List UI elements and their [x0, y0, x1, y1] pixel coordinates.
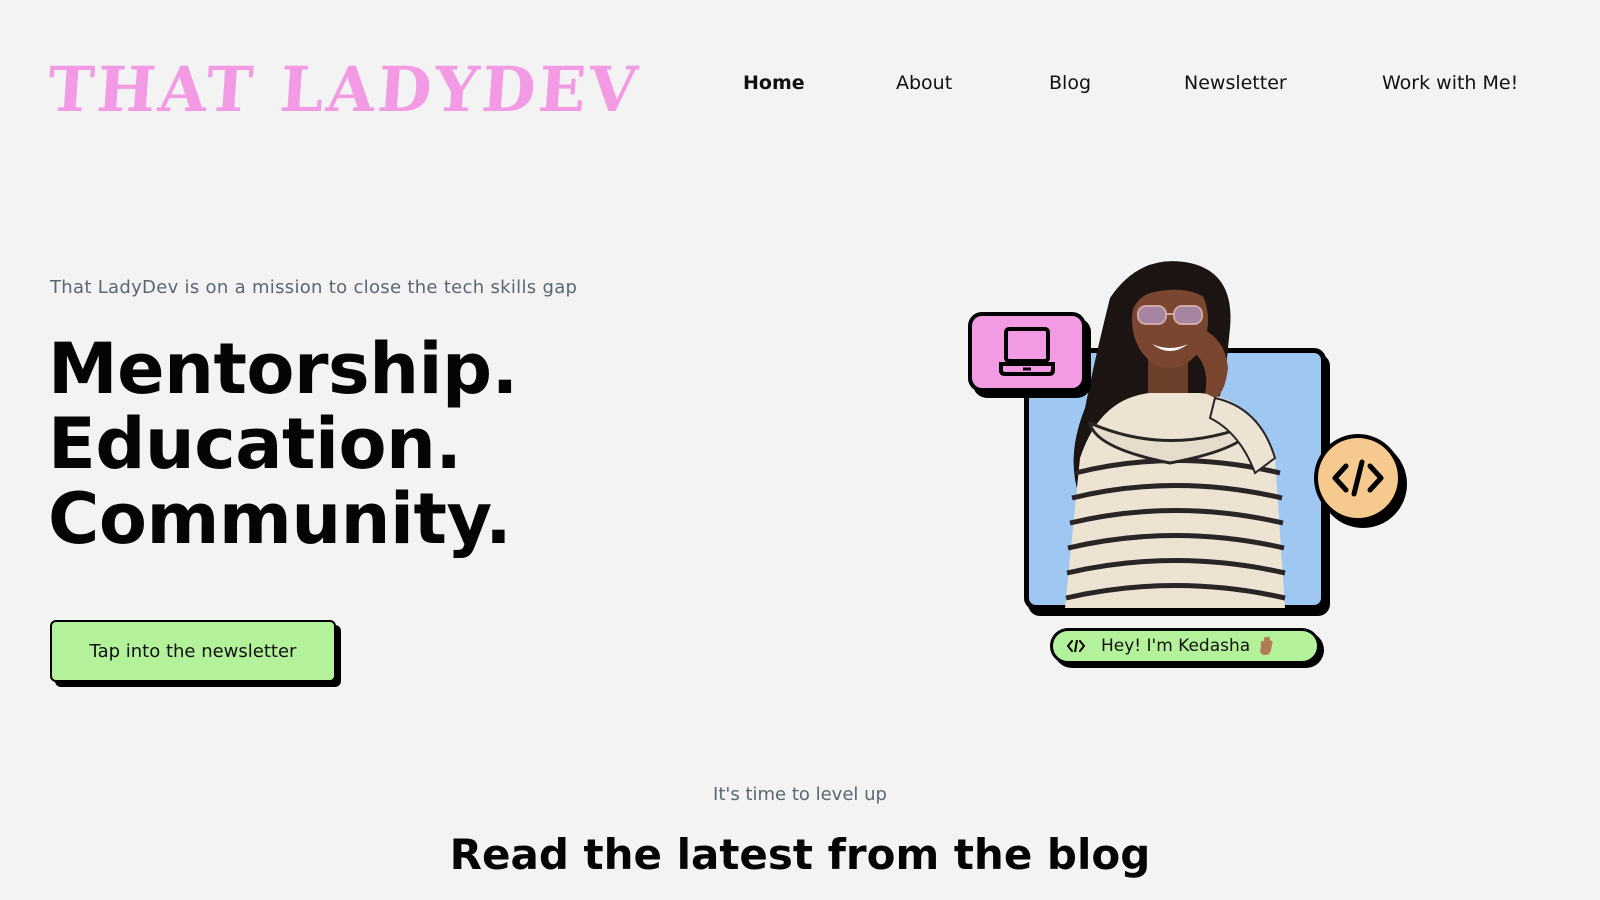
nav-about[interactable]: About [896, 72, 952, 94]
page: THAT LADYDEV Home About Blog Newsletter … [0, 0, 1600, 900]
newsletter-cta-button[interactable]: Tap into the newsletter [50, 620, 336, 682]
main-nav: Home About Blog Newsletter Work with Me! [0, 72, 1600, 102]
laptop-badge [968, 312, 1086, 392]
laptop-icon [999, 327, 1055, 376]
hero-tagline: That LadyDev is on a mission to close th… [50, 277, 578, 298]
nav-blog[interactable]: Blog [1049, 72, 1091, 94]
nav-work-with-me[interactable]: Work with Me! [1382, 72, 1518, 94]
blog-section-eyebrow: It's time to level up [713, 784, 887, 805]
greeting-text: Hey! I'm Kedasha [1101, 636, 1251, 656]
nav-newsletter[interactable]: Newsletter [1184, 72, 1287, 94]
greeting-pill: Hey! I'm Kedasha [1050, 628, 1320, 664]
nav-home[interactable]: Home [743, 72, 805, 94]
waving-hand-icon [1260, 636, 1273, 655]
code-badge [1314, 434, 1402, 522]
profile-photo [1065, 261, 1286, 608]
headline-line-community: Community. [48, 478, 512, 560]
hero-headline: Mentorship. Education. Community. [48, 332, 518, 557]
blog-section-title: Read the latest from the blog [449, 830, 1151, 879]
headline-line-education: Education. [48, 403, 462, 485]
headline-line-mentorship: Mentorship. [48, 328, 518, 410]
code-small-icon [1065, 635, 1087, 657]
code-icon [1332, 459, 1384, 497]
